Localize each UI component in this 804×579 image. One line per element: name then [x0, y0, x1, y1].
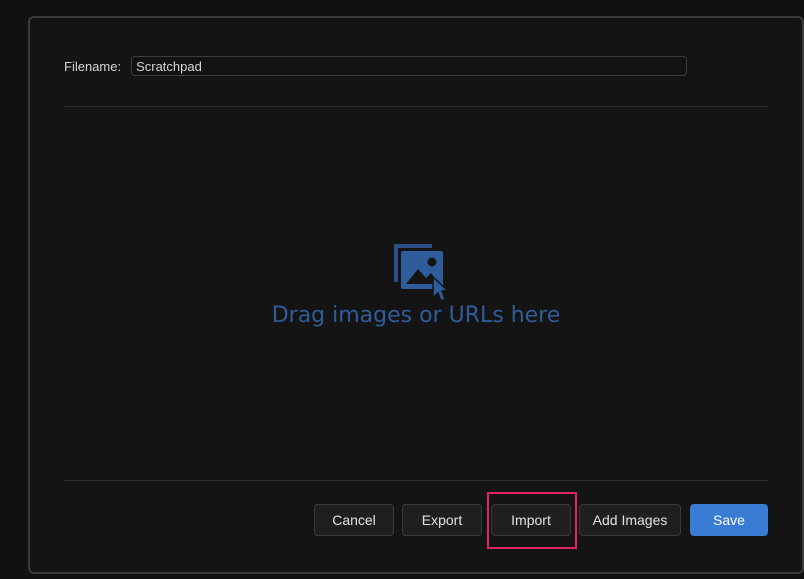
export-button[interactable]: Export: [402, 504, 482, 536]
image-drop-icon: [394, 244, 450, 302]
save-button[interactable]: Save: [690, 504, 768, 536]
import-button[interactable]: Import: [491, 504, 571, 536]
image-dropzone[interactable]: Drag images or URLs here: [64, 107, 768, 480]
bottom-divider: [64, 480, 768, 481]
dropzone-text: Drag images or URLs here: [271, 303, 561, 328]
cancel-button[interactable]: Cancel: [314, 504, 394, 536]
scratchpad-dialog: Filename: Drag images or URLs here Cance…: [28, 16, 804, 574]
add-images-button[interactable]: Add Images: [579, 504, 681, 536]
filename-input[interactable]: [131, 56, 688, 76]
filename-label: Filename:: [64, 58, 122, 74]
filename-row: Filename:: [64, 54, 688, 78]
